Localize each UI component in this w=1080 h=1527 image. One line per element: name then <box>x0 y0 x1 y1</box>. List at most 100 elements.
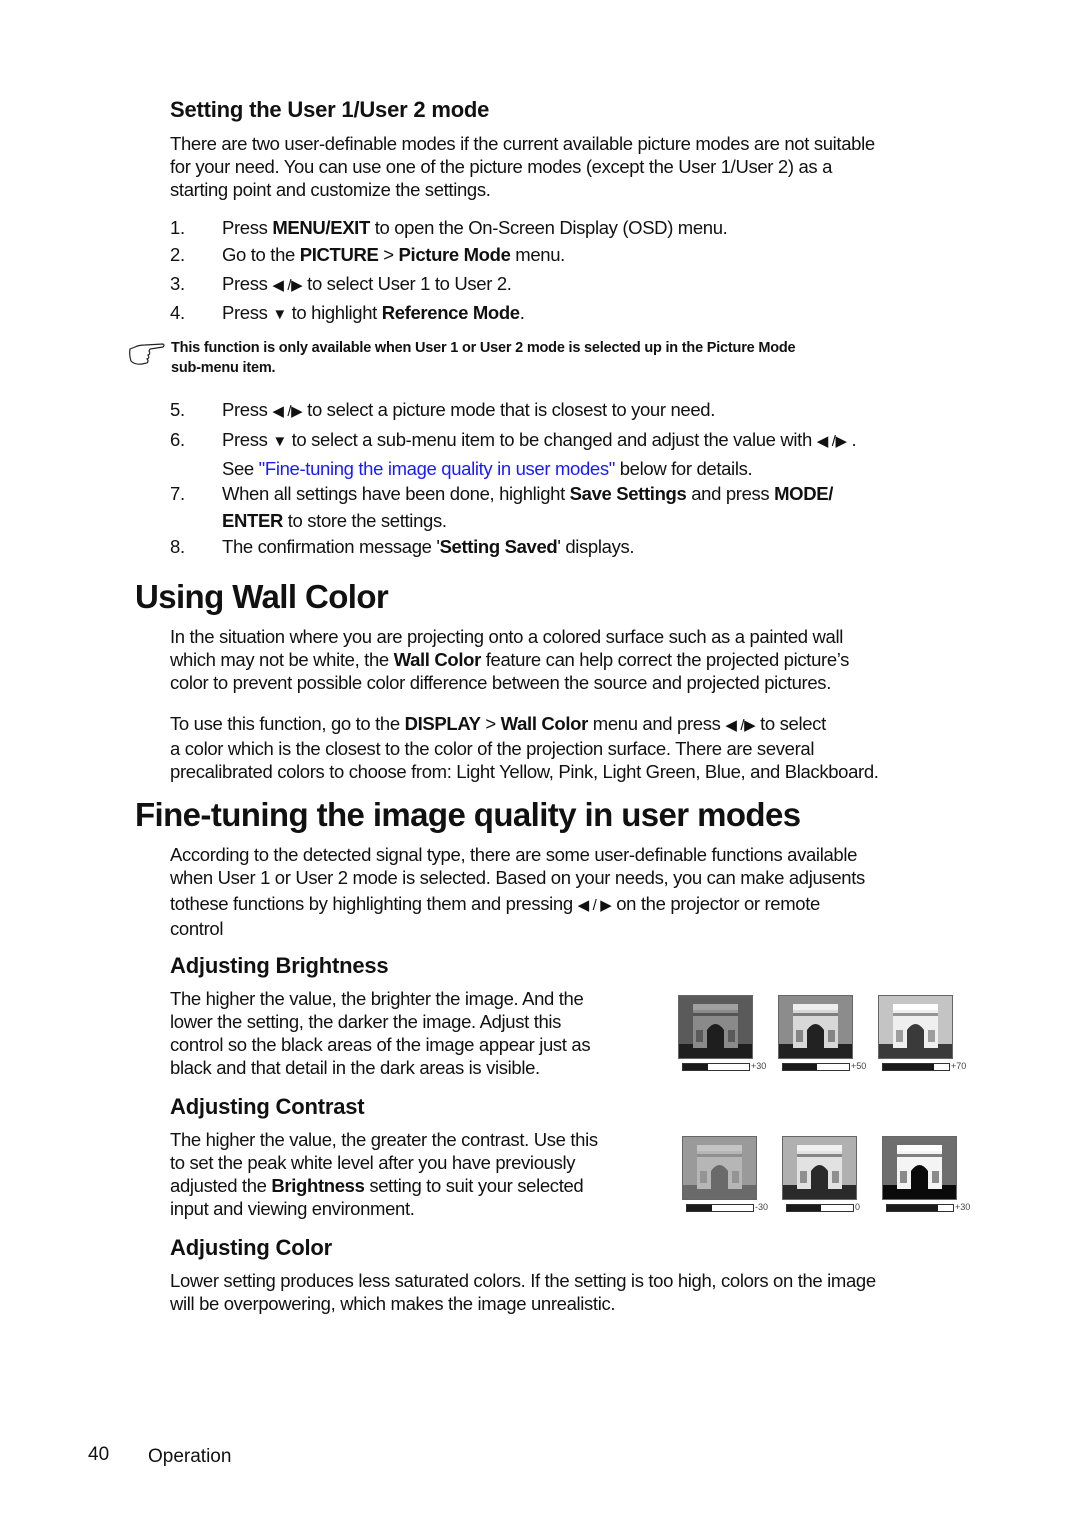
section-heading-fine-tuning: Fine-tuning the image quality in user mo… <box>135 796 801 833</box>
para-line: lower the setting, the darker the image.… <box>170 1011 562 1032</box>
brightness-level-bar <box>682 1063 750 1071</box>
para-line: will be overpowering, which makes the im… <box>170 1293 616 1314</box>
text: setting to suit your selected <box>364 1175 584 1196</box>
intro-line: There are two user-definable modes if th… <box>170 133 875 154</box>
step-text: below for details. <box>614 457 753 479</box>
step-text: Press <box>222 302 273 323</box>
brightness-description: The higher the value, the brighter the i… <box>170 987 660 1079</box>
wall-color-menu-label: Wall Color <box>500 713 589 734</box>
brightness-level-label: +50 <box>851 1061 867 1071</box>
left-right-arrow-icon: ◀ /▶ <box>816 433 847 450</box>
fine-tuning-link[interactable]: "Fine-tuning the image quality in user m… <box>259 458 616 479</box>
step-text: The confirmation message ' <box>222 536 440 557</box>
brightness-sample-image <box>878 995 953 1059</box>
contrast-level-bar-fill <box>687 1205 713 1211</box>
setting-saved-label: Setting Saved <box>439 536 558 557</box>
menu-exit-key: MENU/EXIT <box>272 217 370 238</box>
contrast-sample-image <box>682 1136 757 1200</box>
brightness-label: Brightness <box>271 1175 365 1196</box>
step-text: . <box>519 302 525 323</box>
step-number: 1. <box>170 217 185 238</box>
para-line: color to prevent possible color differen… <box>170 672 831 693</box>
page-number: 40 <box>88 1444 110 1465</box>
down-arrow-icon: ▼ <box>272 306 287 323</box>
para-line: to set the peak white level after you ha… <box>170 1152 576 1173</box>
step-text: When all settings have been done, highli… <box>222 483 570 504</box>
step-number: 6. <box>170 429 185 450</box>
reference-mode-label: Reference Mode <box>381 302 520 323</box>
contrast-level-label: +30 <box>955 1202 971 1212</box>
para-line: In the situation where you are projectin… <box>170 626 843 647</box>
step-text: > <box>378 244 399 265</box>
text: > <box>480 713 501 734</box>
step-number: 8. <box>170 536 185 557</box>
left-right-arrow-icon: ◀ /▶ <box>272 403 303 420</box>
text: adjusted the <box>170 1175 272 1196</box>
step-number: 5. <box>170 399 185 420</box>
wall-color-para-1: In the situation where you are projectin… <box>170 625 1000 694</box>
step-number: 2. <box>170 244 185 265</box>
display-menu-label: DISPLAY <box>404 713 481 734</box>
subsection-heading-color: Adjusting Color <box>170 1235 332 1260</box>
contrast-level-label: 0 <box>855 1202 861 1212</box>
fine-tuning-intro: According to the detected signal type, t… <box>170 843 1000 940</box>
user-mode-intro: There are two user-definable modes if th… <box>170 132 990 201</box>
text: to select <box>755 713 826 734</box>
para-line: when User 1 or User 2 mode is selected. … <box>170 867 865 888</box>
para-line: input and viewing environment. <box>170 1198 415 1219</box>
text: which may not be white, the <box>170 649 394 670</box>
contrast-sample-image <box>782 1136 857 1200</box>
para-line: black and that detail in the dark areas … <box>170 1057 540 1078</box>
left-right-arrow-icon: ◀ / ▶ <box>577 897 612 914</box>
step-text: Press <box>222 399 273 420</box>
picture-mode-label: Picture Mode <box>398 244 511 265</box>
para-line: a color which is the closest to the colo… <box>170 738 815 759</box>
brightness-level-bar-fill <box>783 1064 818 1070</box>
contrast-level-bar <box>686 1204 754 1212</box>
note-line: sub-menu item. <box>171 360 276 376</box>
text: menu and press <box>587 713 726 734</box>
footer-section-name: Operation <box>148 1446 232 1467</box>
step-text: to select a sub-menu item to be changed … <box>286 429 817 450</box>
contrast-level-label: -30 <box>755 1202 769 1212</box>
contrast-sample-image <box>882 1136 957 1200</box>
picture-menu-label: PICTURE <box>299 244 379 265</box>
step-text: See <box>222 457 259 479</box>
para-line: which may not be white, the Wall Color f… <box>170 648 1000 671</box>
color-description: Lower setting produces less saturated co… <box>170 1269 1000 1315</box>
step-item: 5. Press ◀ /▶ to select a picture mode t… <box>0 397 1080 425</box>
section-heading-wall-color: Using Wall Color <box>135 578 389 615</box>
left-right-arrow-icon: ◀ /▶ <box>272 277 303 294</box>
note-line: This function is only available when Use… <box>171 340 796 356</box>
subsection-heading-user-mode: Setting the User 1/User 2 mode <box>170 97 490 122</box>
wall-color-para-2: To use this function, go to the DISPLAY … <box>170 712 1000 783</box>
step-item: 3. Press ◀ /▶ to select User 1 to User 2… <box>0 271 1080 299</box>
contrast-level-bar-fill <box>887 1205 939 1211</box>
step-item: 6. Press ▼ to select a sub-menu item to … <box>0 427 1080 483</box>
step-text: to store the settings. <box>282 509 447 531</box>
step-text: menu. <box>510 244 565 265</box>
brightness-level-label: +30 <box>751 1061 767 1071</box>
contrast-samples: -30 0 +30 <box>682 1136 982 1216</box>
brightness-sample-image <box>678 995 753 1059</box>
step-text: to select User 1 to User 2. <box>302 273 512 294</box>
step-item: 2. Go to the PICTURE > Picture Mode menu… <box>0 242 1080 270</box>
brightness-level-bar-fill <box>683 1064 709 1070</box>
brightness-level-bar <box>782 1063 850 1071</box>
step-text: Go to the <box>222 244 300 265</box>
note-text: This function is only available when Use… <box>171 338 991 378</box>
intro-line: for your need. You can use one of the pi… <box>170 156 833 177</box>
para-line: control so the black areas of the image … <box>170 1034 591 1055</box>
brightness-samples: +30 +50 +70 <box>678 995 978 1075</box>
step-item: 4. Press ▼ to highlight Reference Mode. <box>0 300 1080 328</box>
enter-key: ENTER <box>222 509 283 531</box>
step-text: ' displays. <box>557 536 635 557</box>
contrast-level-bar <box>886 1204 954 1212</box>
brightness-level-bar <box>882 1063 950 1071</box>
para-line: Lower setting produces less saturated co… <box>170 1270 876 1291</box>
brightness-level-label: +70 <box>951 1061 967 1071</box>
para-line: The higher the value, the brighter the i… <box>170 988 584 1009</box>
text: feature can help correct the projected p… <box>480 649 850 670</box>
step-text: . <box>846 429 857 450</box>
step-text: to highlight <box>286 302 382 323</box>
